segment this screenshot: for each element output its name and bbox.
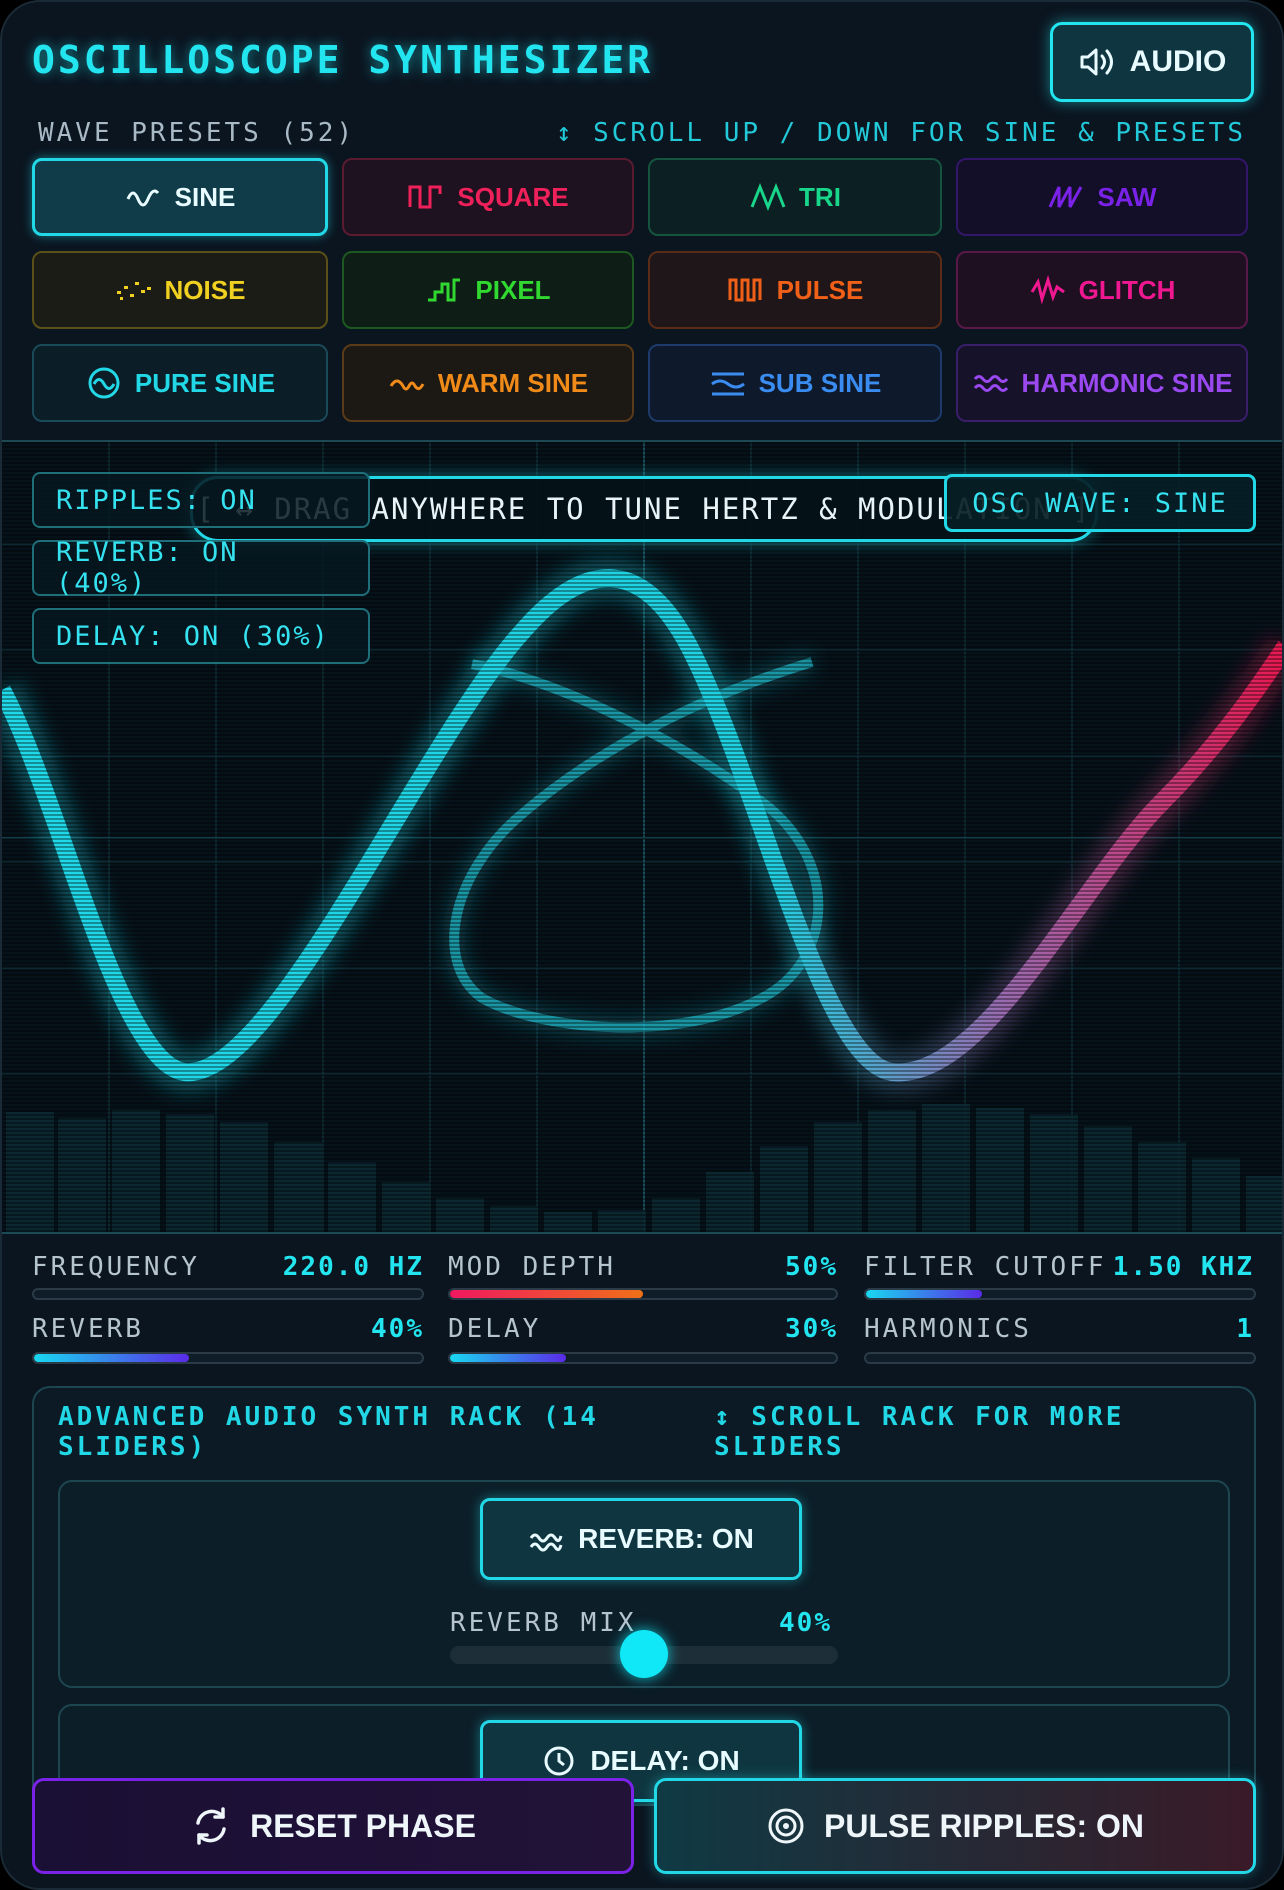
refresh-icon	[196, 1807, 226, 1845]
saw-wave-icon	[1049, 186, 1083, 208]
reverb-fill	[34, 1354, 190, 1362]
reverb-module: REVERB: ON REVERB MIX 40%	[58, 1480, 1230, 1688]
reverb-toggle-button[interactable]: REVERB: ON	[480, 1498, 802, 1580]
audio-toggle-button[interactable]: AUDIO	[1050, 22, 1254, 102]
preset-label: PULSE	[776, 274, 864, 305]
reverb-mix-label: REVERB MIX	[450, 1608, 637, 1638]
delay-fill	[450, 1354, 566, 1362]
preset-label: SQUARE	[457, 181, 569, 212]
app-window: OSCILLOSCOPE SYNTHESIZER AUDIO WAVE PRES…	[0, 0, 1284, 1890]
warm-sine-icon	[389, 379, 425, 391]
sub-sine-icon	[710, 372, 745, 396]
filter-cutoff-fill	[866, 1290, 983, 1298]
sine-wave-icon	[126, 189, 159, 207]
delay-status: DELAY: ON (30%)	[32, 608, 370, 664]
filter-cutoff-slider[interactable]	[864, 1288, 1256, 1300]
preset-noise[interactable]: NOISE	[32, 251, 328, 329]
preset-label: SINE	[174, 181, 236, 212]
delay-slider[interactable]	[448, 1352, 838, 1364]
harmonics-slider[interactable]	[864, 1352, 1256, 1364]
delay-toggle-label: DELAY: ON	[590, 1745, 740, 1776]
delay-label: DELAY	[448, 1314, 542, 1344]
preset-label: HARMONIC SINE	[1021, 367, 1233, 398]
mod-depth-label: MOD DEPTH	[448, 1252, 616, 1282]
noise-dots-icon	[116, 282, 151, 300]
preset-label: PIXEL	[475, 274, 551, 305]
oscilloscope-display[interactable]: [ ↔ DRAG ANYWHERE TO TUNE HERTZ & MODULA…	[2, 440, 1282, 1234]
preset-sine[interactable]: SINE	[32, 158, 328, 236]
preset-warm-sine[interactable]: WARM SINE	[342, 344, 634, 422]
preset-harmonic-sine[interactable]: HARMONIC SINE	[956, 344, 1248, 422]
pulse-ripples-button[interactable]: PULSE RIPPLES: ON	[654, 1778, 1256, 1874]
synth-rack[interactable]: ADVANCED AUDIO SYNTH RACK (14 SLIDERS) ↕…	[32, 1386, 1256, 1806]
frequency-slider[interactable]	[32, 1288, 424, 1300]
waves-icon	[529, 1533, 563, 1552]
preset-glitch[interactable]: GLITCH	[956, 251, 1248, 329]
reverb-value: 40%	[371, 1314, 424, 1344]
preset-label: PURE SINE	[134, 367, 276, 398]
presets-scroll-hint: ↕ SCROLL UP / DOWN FOR SINE & PRESETS	[555, 118, 1246, 148]
harmonic-sine-icon	[973, 375, 1008, 392]
clock-icon	[544, 1746, 574, 1776]
mod-depth-value: 50%	[785, 1252, 838, 1282]
preset-label: TRI	[799, 181, 841, 212]
rack-title: ADVANCED AUDIO SYNTH RACK (14 SLIDERS)	[58, 1402, 599, 1462]
reverb-status: REVERB: ON (40%)	[32, 537, 370, 599]
audio-label: AUDIO	[1129, 45, 1227, 78]
harmonics-label: HARMONICS	[864, 1314, 1032, 1344]
presets-label: WAVE PRESETS (52)	[38, 118, 356, 148]
preset-pulse[interactable]: PULSE	[648, 251, 942, 329]
osc-wave-status: OSC WAVE: SINE	[944, 474, 1256, 532]
filter-cutoff-value: 1.50 KHZ	[1112, 1252, 1254, 1282]
preset-pure-sine[interactable]: PURE SINE	[32, 344, 328, 422]
pulse-ripples-label: PULSE RIPPLES: ON	[823, 1807, 1145, 1844]
pixel-wave-icon	[428, 278, 461, 302]
preset-sub-sine[interactable]: SUB SINE	[648, 344, 942, 422]
square-wave-icon	[408, 185, 442, 209]
preset-label: SAW	[1097, 181, 1157, 212]
delay-value: 30%	[785, 1314, 838, 1344]
mod-depth-slider[interactable]	[448, 1288, 838, 1300]
preset-pixel[interactable]: PIXEL	[342, 251, 634, 329]
preset-label: WARM SINE	[437, 367, 589, 398]
reset-phase-label: RESET PHASE	[250, 1807, 476, 1844]
harmonics-value: 1	[1236, 1314, 1254, 1344]
preset-label: NOISE	[164, 274, 246, 305]
reverb-label: REVERB	[32, 1314, 144, 1344]
preset-square[interactable]: SQUARE	[342, 158, 634, 236]
reset-phase-button[interactable]: RESET PHASE	[32, 1778, 634, 1874]
circle-sine-icon	[88, 367, 120, 399]
target-icon	[768, 1808, 804, 1844]
presets-row-3: PURE SINE WARM SINE SUB SINE HARMONIC SI…	[2, 342, 1282, 424]
mod-depth-fill	[450, 1290, 643, 1298]
speaker-icon	[1080, 48, 1113, 76]
glitch-wave-icon	[1030, 275, 1065, 305]
reverb-mix-value: 40%	[779, 1608, 832, 1638]
app-title: OSCILLOSCOPE SYNTHESIZER	[32, 38, 654, 82]
preset-saw[interactable]: SAW	[956, 158, 1248, 236]
frequency-label: FREQUENCY	[32, 1252, 200, 1282]
triangle-wave-icon	[750, 182, 786, 212]
ripples-status: RIPPLES: ON	[32, 472, 370, 528]
reverb-mix-handle[interactable]	[620, 1630, 668, 1678]
frequency-value: 220.0 HZ	[282, 1252, 424, 1282]
reverb-slider[interactable]	[32, 1352, 424, 1364]
pulse-wave-icon	[728, 278, 762, 302]
rack-scroll-hint: ↕ SCROLL RACK FOR MORE SLIDERS	[714, 1402, 1125, 1462]
preset-label: SUB SINE	[758, 367, 882, 398]
reverb-toggle-label: REVERB: ON	[578, 1523, 754, 1554]
preset-tri[interactable]: TRI	[648, 158, 942, 236]
preset-label: GLITCH	[1078, 274, 1176, 305]
